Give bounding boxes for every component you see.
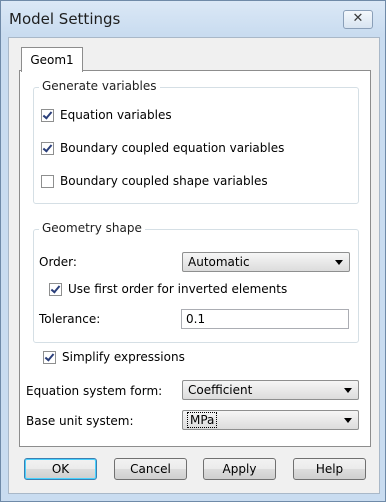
equation-system-form-value: Coefficient (188, 383, 253, 397)
checkbox-box[interactable] (43, 350, 56, 364)
tolerance-label: Tolerance: (39, 312, 101, 326)
checkbox-box[interactable] (49, 282, 62, 296)
boundary-coupled-equation-variables-checkbox[interactable]: Boundary coupled equation variables (41, 141, 284, 155)
checkbox-label: Boundary coupled equation variables (60, 141, 285, 155)
tab-panel: Generate variables Equation variables Bo… (19, 70, 371, 447)
order-label: Order: (39, 255, 77, 269)
generate-variables-label: Generate variables (39, 79, 160, 93)
first-order-inverted-checkbox[interactable]: Use first order for inverted elements (49, 282, 287, 296)
geometry-shape-group: Geometry shape Order: Automatic Use firs… (33, 221, 359, 343)
chevron-down-icon (335, 260, 343, 265)
chevron-down-icon (344, 388, 352, 393)
checkbox-label: Equation variables (60, 108, 172, 122)
tab-geom1[interactable]: Geom1 (21, 47, 83, 72)
dialog-client-area: Geom1 Generate variables Equation variab… (8, 37, 380, 494)
generate-variables-group: Generate variables Equation variables Bo… (33, 79, 359, 204)
cancel-button[interactable]: Cancel (114, 458, 187, 480)
checkbox-label: Simplify expressions (62, 350, 185, 364)
simplify-expressions-checkbox[interactable]: Simplify expressions (43, 350, 185, 364)
chevron-down-icon (344, 418, 352, 423)
checkbox-label: Use first order for inverted elements (68, 282, 288, 296)
boundary-coupled-shape-variables-checkbox[interactable]: Boundary coupled shape variables (41, 174, 268, 188)
close-button[interactable]: ✕ (343, 10, 373, 29)
model-settings-window: Model Settings ✕ Geom1 Generate variable… (0, 0, 386, 502)
equation-system-form-dropdown[interactable]: Coefficient (182, 380, 359, 400)
window-title: Model Settings (9, 10, 121, 28)
base-unit-system-value: MPa (186, 412, 218, 428)
tolerance-input[interactable]: 0.1 (181, 309, 349, 329)
order-value: Automatic (188, 255, 250, 269)
title-bar[interactable]: Model Settings ✕ (1, 1, 385, 37)
close-icon: ✕ (352, 11, 364, 26)
help-button[interactable]: Help (293, 458, 366, 480)
base-unit-system-dropdown[interactable]: MPa (182, 410, 359, 430)
apply-button[interactable]: Apply (203, 458, 276, 480)
geometry-shape-label: Geometry shape (39, 221, 145, 235)
equation-variables-checkbox[interactable]: Equation variables (41, 108, 172, 122)
equation-system-form-label: Equation system form: (26, 384, 163, 398)
checkbox-box[interactable] (41, 141, 54, 155)
checkbox-box[interactable] (41, 174, 54, 188)
order-dropdown[interactable]: Automatic (182, 252, 350, 272)
checkbox-box[interactable] (41, 108, 54, 122)
ok-button[interactable]: OK (24, 458, 97, 480)
base-unit-system-label: Base unit system: (26, 414, 134, 428)
checkbox-label: Boundary coupled shape variables (60, 174, 268, 188)
